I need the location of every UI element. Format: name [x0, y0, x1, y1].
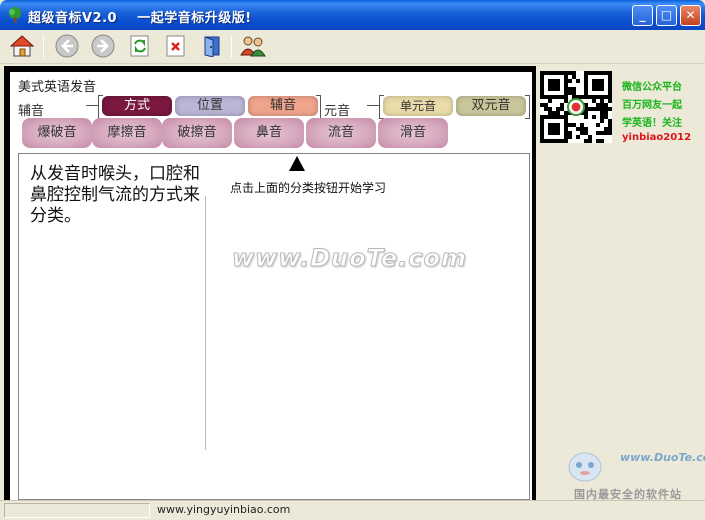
subtab-affricate[interactable]: 破擦音 — [162, 118, 232, 148]
tab-monophthong[interactable]: 单元音 — [383, 96, 453, 116]
toolbar-separator — [43, 36, 44, 58]
arrow-right-icon — [91, 34, 115, 58]
forward-button[interactable] — [90, 33, 116, 59]
home-icon — [10, 35, 34, 57]
vowel-label: 元音 — [324, 104, 351, 119]
delete-button[interactable] — [163, 33, 189, 59]
watermark: www.DuoTe.com — [232, 244, 467, 273]
bracket-right — [525, 95, 530, 119]
logo-text: www.DuoTe.com — [620, 451, 705, 464]
description-text: 从发音时喉头，口腔和鼻腔控制气流的方式来分类。 — [30, 164, 200, 226]
connector-line — [86, 105, 98, 106]
tab-manner[interactable]: 方式 — [102, 96, 172, 116]
divider — [205, 196, 206, 450]
hint-text: 点击上面的分类按钮开始学习 — [230, 181, 387, 195]
website-url[interactable]: www.yingyuyinbiao.com — [157, 503, 290, 516]
arrow-left-icon — [55, 34, 79, 58]
connector-line — [367, 105, 379, 106]
tree-icon — [9, 7, 21, 23]
section-title: 美式英语发音 — [18, 80, 97, 95]
users-button[interactable] — [240, 33, 266, 59]
refresh-button[interactable] — [127, 33, 153, 59]
users-icon — [240, 36, 266, 57]
promo-line-2: 百万网友一起 — [622, 100, 682, 111]
minimize-button[interactable]: _ — [632, 5, 653, 26]
subtab-plosive[interactable]: 爆破音 — [22, 118, 92, 148]
tab-diphthong[interactable]: 双元音 — [456, 96, 526, 116]
promo-line-3: 学英语！关注 — [622, 118, 682, 129]
subtab-fricative[interactable]: 摩擦音 — [92, 118, 162, 148]
subtab-liquid[interactable]: 流音 — [306, 118, 376, 148]
refresh-icon — [130, 35, 149, 57]
status-cell — [4, 503, 150, 518]
qr-code-icon — [540, 71, 612, 143]
tab-consonant[interactable]: 辅音 — [248, 96, 318, 116]
exit-door-icon — [204, 36, 220, 57]
consonant-label: 辅音 — [18, 104, 45, 119]
promo-line-1: 微信公众平台 — [622, 82, 682, 93]
subtab-nasal[interactable]: 鼻音 — [234, 118, 304, 148]
delete-icon — [166, 35, 185, 57]
close-button[interactable]: ✕ — [680, 5, 701, 26]
bracket-right — [316, 95, 321, 119]
home-button[interactable] — [9, 33, 35, 59]
pointer-triangle-icon — [289, 156, 305, 171]
subtab-glide[interactable]: 滑音 — [378, 118, 448, 148]
exit-button[interactable] — [199, 33, 225, 59]
back-button[interactable] — [54, 33, 80, 59]
maximize-button[interactable]: □ — [656, 5, 677, 26]
toolbar — [0, 30, 705, 64]
toolbar-separator — [231, 36, 232, 58]
tab-place[interactable]: 位置 — [175, 96, 245, 116]
title-bar: 超级音标V2.0 一起学音标升级版! _ □ ✕ — [0, 0, 705, 30]
window-title: 超级音标V2.0 一起学音标升级版! — [28, 11, 252, 26]
promo-id: yinbiao2012 — [622, 132, 692, 143]
